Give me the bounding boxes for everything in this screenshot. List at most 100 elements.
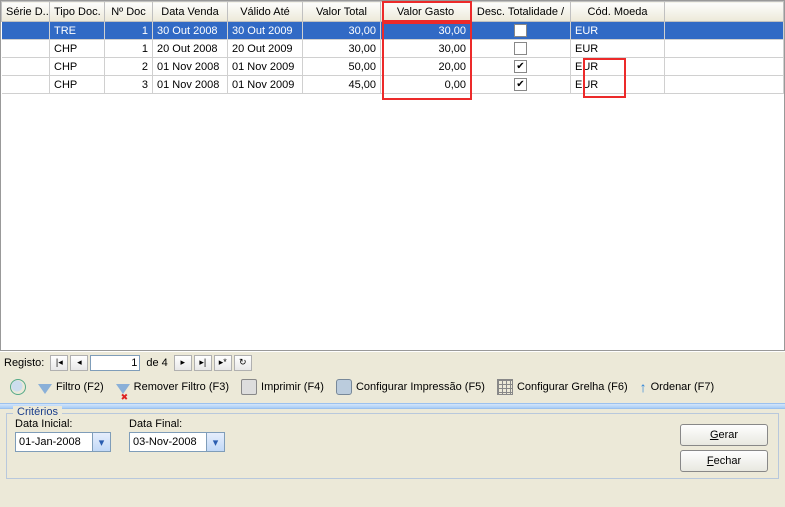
ordenar-button[interactable]: ↑Ordenar (F7) (636, 377, 719, 397)
cell-validoate[interactable]: 01 Nov 2009 (228, 58, 303, 76)
filter-remove-icon (116, 384, 130, 394)
cell-valortotal[interactable]: 30,00 (303, 40, 381, 58)
cell-moeda[interactable]: EUR (571, 40, 665, 58)
cell-num[interactable]: 2 (105, 58, 153, 76)
cell-moeda[interactable]: EUR (571, 58, 665, 76)
cell-valortotal[interactable]: 30,00 (303, 22, 381, 40)
data-inicial-input[interactable] (15, 432, 93, 452)
data-inicial-dropdown[interactable]: ▾ (93, 432, 111, 452)
cell-tipo[interactable]: CHP (50, 58, 105, 76)
separator (0, 403, 785, 409)
cell-desctotal[interactable]: ✔ (471, 76, 571, 94)
table-row[interactable]: CHP301 Nov 200801 Nov 200945,000,00 ✔ EUR (2, 76, 784, 94)
nav-last-button[interactable]: ▸| (194, 355, 212, 371)
cell-tipo[interactable]: TRE (50, 22, 105, 40)
cell-num[interactable]: 1 (105, 22, 153, 40)
gerar-text: erar (719, 429, 739, 441)
table-row[interactable]: TRE130 Out 200830 Out 200930,0030,00EUR (2, 22, 784, 40)
cell-validoate[interactable]: 30 Out 2009 (228, 22, 303, 40)
record-navigator: Registo: |◂ ◂ de 4 ▸ ▸| ▸* ↻ (0, 351, 785, 373)
search-button[interactable] (6, 377, 30, 397)
cell-valorgasto[interactable]: 20,00 (381, 58, 471, 76)
cell-extra (665, 58, 784, 76)
cell-datavenda[interactable]: 01 Nov 2008 (153, 76, 228, 94)
cell-desctotal[interactable]: ✔ (471, 58, 571, 76)
col-valortotal-header[interactable]: Valor Total (303, 2, 381, 22)
table-row[interactable]: CHP120 Out 200820 Out 200930,0030,00EUR (2, 40, 784, 58)
cell-serie[interactable] (2, 40, 50, 58)
col-datavenda-header[interactable]: Data Venda (153, 2, 228, 22)
config-grelha-button[interactable]: Configurar Grelha (F6) (493, 377, 632, 397)
nav-next-button[interactable]: ▸ (174, 355, 192, 371)
record-label: Registo: (4, 357, 44, 369)
cell-num[interactable]: 1 (105, 40, 153, 58)
imprimir-button[interactable]: Imprimir (F4) (237, 377, 328, 397)
config-grelha-label: Configurar Grelha (F6) (517, 381, 628, 393)
cell-validoate[interactable]: 01 Nov 2009 (228, 76, 303, 94)
col-codmoeda-header[interactable]: Cód. Moeda (571, 2, 665, 22)
cell-datavenda[interactable]: 30 Out 2008 (153, 22, 228, 40)
filtro-button[interactable]: Filtro (F2) (34, 379, 108, 395)
cell-num[interactable]: 3 (105, 76, 153, 94)
nav-new-button[interactable]: ▸* (214, 355, 232, 371)
table-header-row: Série D... Tipo Doc. Nº Doc Data Venda V… (2, 2, 784, 22)
fechar-button[interactable]: Fechar (680, 450, 768, 472)
config-impressao-label: Configurar Impressão (F5) (356, 381, 485, 393)
sort-up-icon: ↑ (640, 379, 647, 395)
cell-valortotal[interactable]: 45,00 (303, 76, 381, 94)
table-row[interactable]: CHP201 Nov 200801 Nov 200950,0020,00 ✔ EUR (2, 58, 784, 76)
remover-filtro-button[interactable]: Remover Filtro (F3) (112, 379, 233, 395)
desc-checkbox[interactable]: ✔ (514, 60, 527, 73)
cell-moeda[interactable]: EUR (571, 76, 665, 94)
cell-extra (665, 76, 784, 94)
grid-config-icon (497, 379, 513, 395)
printer-icon (241, 379, 257, 395)
data-final-dropdown[interactable]: ▾ (207, 432, 225, 452)
toolbar: Filtro (F2) Remover Filtro (F3) Imprimir… (0, 373, 785, 401)
cell-valorgasto[interactable]: 0,00 (381, 76, 471, 94)
cell-desctotal[interactable] (471, 22, 571, 40)
cell-validoate[interactable]: 20 Out 2009 (228, 40, 303, 58)
criteria-title: Critérios (13, 406, 62, 418)
print-config-icon (336, 379, 352, 395)
record-total: de 4 (146, 357, 167, 369)
col-tipo-header[interactable]: Tipo Doc. (50, 2, 105, 22)
desc-checkbox[interactable] (514, 42, 527, 55)
col-serie-header[interactable]: Série D... (2, 2, 50, 22)
cell-serie[interactable] (2, 22, 50, 40)
search-icon (10, 379, 26, 395)
cell-valortotal[interactable]: 50,00 (303, 58, 381, 76)
cell-moeda[interactable]: EUR (571, 22, 665, 40)
desc-checkbox[interactable] (514, 24, 527, 37)
cell-valorgasto[interactable]: 30,00 (381, 40, 471, 58)
nav-first-button[interactable]: |◂ (50, 355, 68, 371)
remover-filtro-label: Remover Filtro (F3) (134, 381, 229, 393)
data-final-label: Data Final: (129, 418, 225, 430)
record-number-input[interactable] (90, 355, 140, 371)
data-inicial-label: Data Inicial: (15, 418, 111, 430)
data-final-input[interactable] (129, 432, 207, 452)
cell-tipo[interactable]: CHP (50, 76, 105, 94)
cell-datavenda[interactable]: 01 Nov 2008 (153, 58, 228, 76)
data-grid: Série D... Tipo Doc. Nº Doc Data Venda V… (0, 0, 785, 351)
col-valorgasto-header[interactable]: Valor Gasto (381, 2, 471, 22)
cell-serie[interactable] (2, 58, 50, 76)
nav-refresh-button[interactable]: ↻ (234, 355, 252, 371)
cell-extra (665, 40, 784, 58)
cell-tipo[interactable]: CHP (50, 40, 105, 58)
cell-extra (665, 22, 784, 40)
fechar-text: echar (714, 455, 742, 467)
cell-desctotal[interactable] (471, 40, 571, 58)
col-num-header[interactable]: Nº Doc (105, 2, 153, 22)
cell-valorgasto[interactable]: 30,00 (381, 22, 471, 40)
col-validoate-header[interactable]: Válido Até (228, 2, 303, 22)
cell-datavenda[interactable]: 20 Out 2008 (153, 40, 228, 58)
desc-checkbox[interactable]: ✔ (514, 78, 527, 91)
config-impressao-button[interactable]: Configurar Impressão (F5) (332, 377, 489, 397)
nav-prev-button[interactable]: ◂ (70, 355, 88, 371)
criteria-groupbox: Critérios Data Inicial: ▾ Data Final: ▾ … (6, 413, 779, 479)
cell-serie[interactable] (2, 76, 50, 94)
gerar-button[interactable]: Gerar (680, 424, 768, 446)
imprimir-label: Imprimir (F4) (261, 381, 324, 393)
col-desctotal-header[interactable]: Desc. Totalidade / (471, 2, 571, 22)
